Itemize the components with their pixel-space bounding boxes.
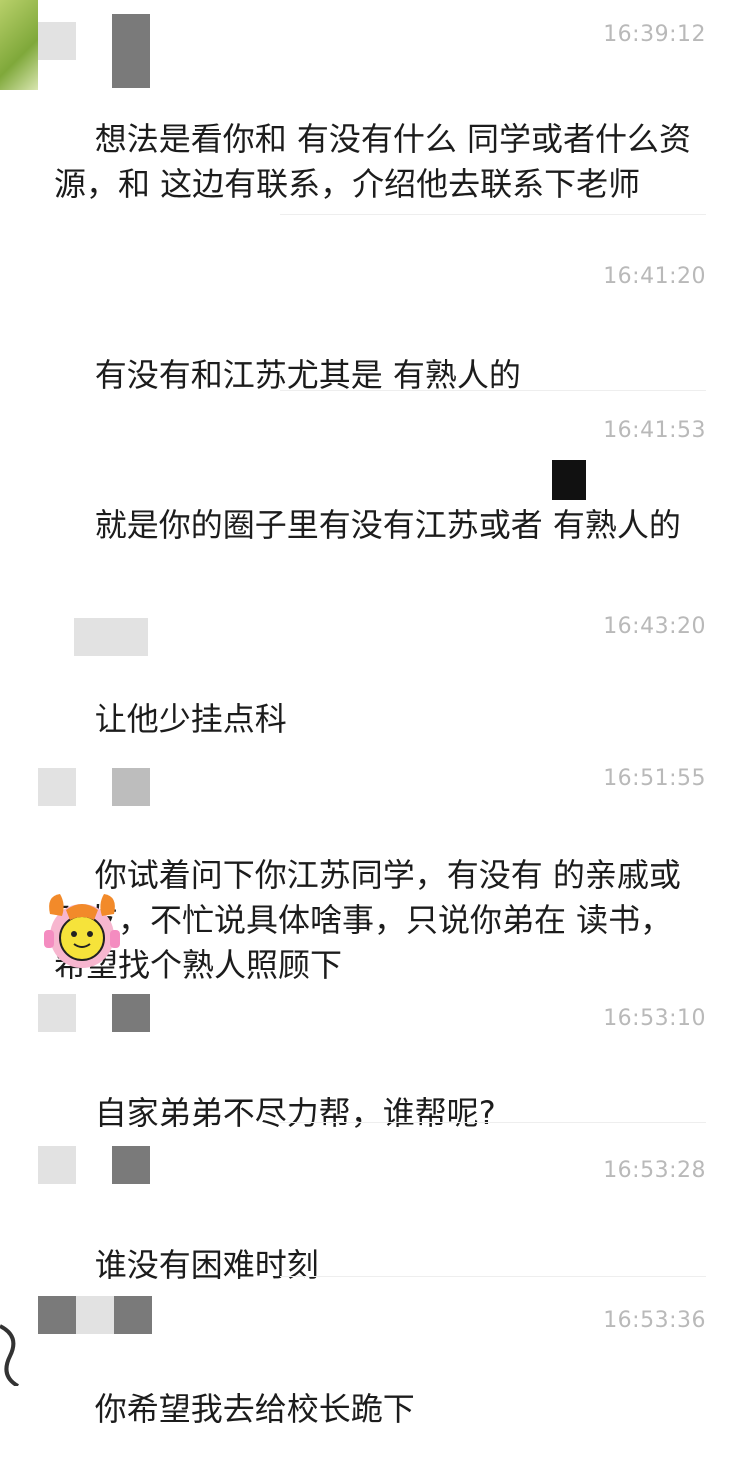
sender-name-blurred xyxy=(38,994,158,1034)
divider xyxy=(280,1122,706,1123)
message-item: 16:53:10 自家弟弟不尽力帮，谁帮呢? xyxy=(0,994,736,1132)
sender-name-blurred xyxy=(38,1146,158,1186)
message-timestamp: 16:43:20 xyxy=(603,614,706,639)
message-timestamp: 16:41:20 xyxy=(603,264,706,289)
message-timestamp: 16:51:55 xyxy=(603,766,706,791)
divider xyxy=(280,214,706,215)
message-timestamp: 16:39:12 xyxy=(603,22,706,47)
sender-name-blurred xyxy=(38,768,158,808)
message-item: 16:41:53 就是你的圈子里有没有江苏或者 有熟人的 xyxy=(0,410,736,560)
sender-name-blurred xyxy=(38,1296,158,1336)
avatar[interactable] xyxy=(0,1296,30,1388)
message-timestamp: 16:53:28 xyxy=(603,1158,706,1183)
message-text[interactable]: 你希望我去给校长跪下 xyxy=(54,1342,696,1477)
message-item: 16:39:12 想法是看你和 有没有什么 同学或者什么资源，和 这边有联系，介… xyxy=(0,14,736,204)
sender-name-blurred xyxy=(38,14,158,88)
cartoon-sticker-icon xyxy=(36,886,128,972)
message-text[interactable]: 想法是看你和 有没有什么 同学或者什么资源，和 这边有联系，介绍他去联系下老师 xyxy=(54,72,696,252)
redaction-block xyxy=(552,460,586,500)
message-item: 16:43:20 让他少挂点科 xyxy=(0,604,736,738)
message-item: 16:53:28 谁没有困难时刻 xyxy=(0,1146,736,1284)
message-item: 16:41:20 有没有和江苏尤其是 有熟人的 xyxy=(0,256,736,394)
message-timestamp: 16:41:53 xyxy=(603,418,706,443)
divider xyxy=(280,1276,706,1277)
message-text[interactable]: 就是你的圈子里有没有江苏或者 有熟人的 xyxy=(54,458,696,593)
message-timestamp: 16:53:36 xyxy=(603,1308,706,1333)
message-item: 16:53:36 你希望我去给校长跪下 xyxy=(0,1296,736,1428)
message-timestamp: 16:53:10 xyxy=(603,1006,706,1031)
divider xyxy=(280,390,706,391)
